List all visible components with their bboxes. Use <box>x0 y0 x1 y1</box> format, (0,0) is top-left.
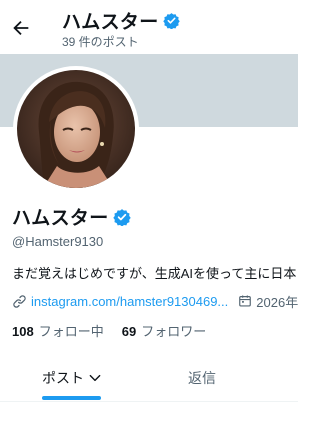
followers-label: フォロワー <box>141 324 207 339</box>
profile-meta: instagram.com/hamster9130469... 2026年 <box>12 292 298 310</box>
tab-replies-label: 返信 <box>188 370 216 386</box>
link-icon <box>13 294 26 308</box>
tab-posts[interactable]: ポスト <box>30 355 114 401</box>
following-label: フォロー中 <box>38 324 104 339</box>
followers-count: 69 <box>121 324 137 339</box>
verified-badge-icon <box>162 13 180 29</box>
profile-header: ハムスター 39 件のポスト <box>0 0 298 54</box>
avatar[interactable] <box>17 70 135 188</box>
profile-display-name: ハムスター <box>12 203 131 230</box>
tab-selected-indicator <box>42 396 101 400</box>
profile-bio: まだ覚えはじめですが、生成AIを使って主に日本 <box>12 266 297 281</box>
following-count: 108 <box>12 324 34 339</box>
profile-handle: @Hamster9130 <box>12 234 104 249</box>
post-count: 39 件のポスト <box>62 35 139 49</box>
chevron-down-icon <box>89 374 101 382</box>
avatar-photo <box>17 70 135 188</box>
follow-stats: 108 フォロー中 69 フォロワー <box>12 321 224 340</box>
header-name-text: ハムスター <box>62 12 159 33</box>
profile-name-text: ハムスター <box>12 208 109 229</box>
header-display-name: ハムスター <box>62 7 180 34</box>
followers-link[interactable]: 69 フォロワー <box>122 321 206 340</box>
following-link[interactable]: 108 フォロー中 <box>12 321 104 340</box>
profile-link[interactable]: instagram.com/hamster9130469... <box>31 294 228 309</box>
arrow-left-icon[interactable] <box>10 17 32 39</box>
joined-date-text: 2026年 <box>256 294 298 310</box>
joined-date: 2026年 <box>238 292 298 310</box>
tab-replies[interactable]: 返信 <box>160 355 244 401</box>
verified-badge-icon[interactable] <box>112 208 131 226</box>
calendar-icon <box>239 295 252 307</box>
tab-posts-label: ポスト <box>42 370 84 386</box>
profile-tabs: ポスト 返信 <box>0 355 298 402</box>
